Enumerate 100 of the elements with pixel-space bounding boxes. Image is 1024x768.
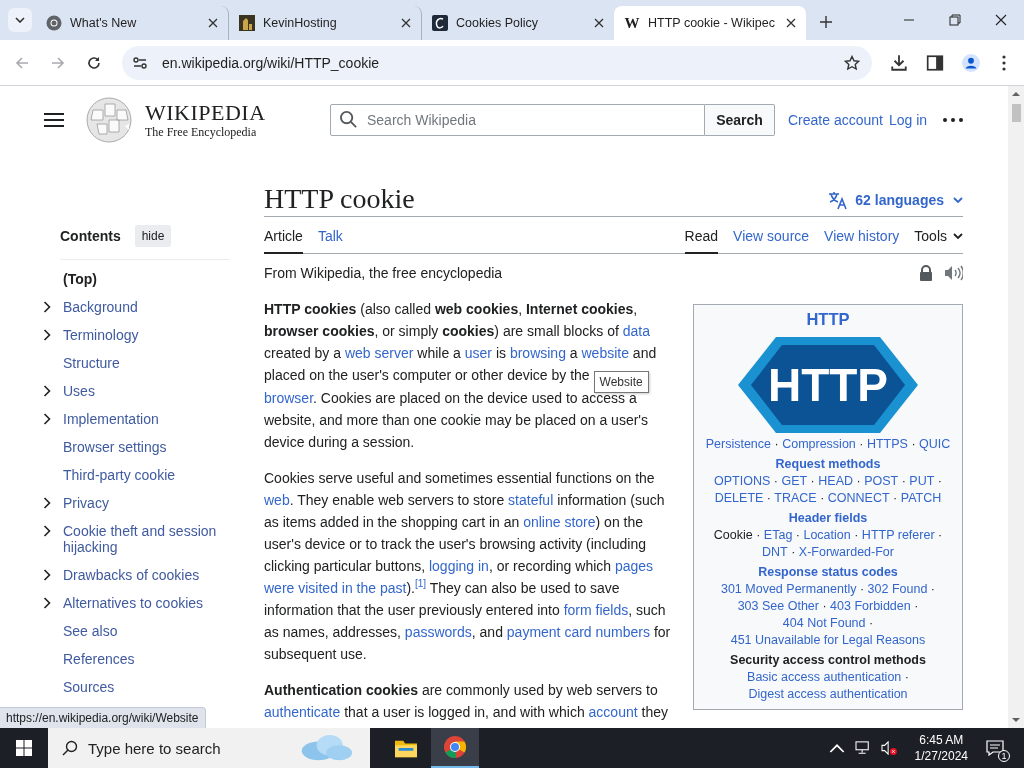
chevron-icon[interactable] <box>43 301 51 313</box>
link[interactable]: passwords <box>404 624 472 640</box>
contents-item[interactable]: Uses <box>63 383 95 399</box>
scroll-thumb[interactable] <box>1011 104 1021 122</box>
contents-item[interactable]: Drawbacks of cookies <box>63 567 200 583</box>
new-tab-icon[interactable] <box>820 16 832 28</box>
infobox-current-item[interactable]: Cookie <box>713 528 753 542</box>
side-panel-icon[interactable] <box>926 53 944 72</box>
infobox-heading[interactable]: Header fields <box>698 510 958 527</box>
page-tab[interactable]: Read <box>684 228 719 254</box>
tab-search-button[interactable] <box>8 8 32 32</box>
link[interactable]: stateful <box>508 492 554 508</box>
browser-tab[interactable]: W HTTP cookie - Wikipec <box>614 6 806 40</box>
infobox-heading[interactable]: Response status codes <box>698 564 958 581</box>
infobox-link[interactable]: PATCH <box>900 491 942 505</box>
infobox-link[interactable]: DELETE <box>714 491 764 505</box>
link[interactable]: web server <box>344 345 414 361</box>
header-link[interactable]: Log in <box>888 112 928 128</box>
infobox-heading[interactable]: Request methods <box>698 456 958 473</box>
menu-icon[interactable] <box>44 112 64 128</box>
wordmark[interactable]: WIKIPEDIA <box>145 101 270 125</box>
infobox-link[interactable]: OPTIONS <box>714 474 771 488</box>
infobox-title[interactable]: HTTP <box>698 308 958 330</box>
languages-button[interactable]: 62 languages <box>828 190 963 216</box>
infobox-link[interactable]: CONNECT <box>827 491 890 505</box>
close-icon[interactable] <box>594 18 604 28</box>
link[interactable]: authenticate <box>264 704 341 720</box>
contents-item[interactable]: Browser settings <box>63 439 167 455</box>
close-icon[interactable] <box>401 18 411 28</box>
reload-icon[interactable] <box>86 54 102 71</box>
contents-item[interactable]: Structure <box>63 355 120 371</box>
close-icon[interactable] <box>208 18 218 28</box>
scroll-up-icon[interactable] <box>1012 91 1020 97</box>
link[interactable]: website <box>581 345 629 361</box>
infobox-link[interactable]: DNT <box>762 545 788 559</box>
infobox-link[interactable]: TRACE <box>774 491 817 505</box>
browser-tab[interactable]: Cookies Policy <box>422 6 614 40</box>
chevron-icon[interactable] <box>43 413 51 425</box>
contents-item[interactable]: References <box>63 651 135 667</box>
search-field[interactable]: Search Wikipedia <box>330 104 705 136</box>
link[interactable]: browsing <box>509 345 566 361</box>
site-info-icon[interactable] <box>132 54 148 71</box>
link[interactable]: payment card numbers <box>506 624 650 640</box>
chevron-icon[interactable] <box>43 329 51 341</box>
link[interactable]: pages <box>614 558 654 574</box>
network-icon[interactable] <box>854 741 871 755</box>
link[interactable]: browser <box>264 390 314 406</box>
chevron-icon[interactable] <box>43 597 51 609</box>
contents-item[interactable]: Alternatives to cookies <box>63 595 204 611</box>
taskbar-search-field[interactable]: Type here to search <box>48 728 370 768</box>
clock-time[interactable]: 6:45 AM <box>919 732 964 748</box>
infobox-link[interactable]: 302 Found <box>867 582 928 596</box>
link[interactable]: data <box>622 323 650 339</box>
infobox-link[interactable]: 451 Unavailable for Legal Reasons <box>730 633 926 647</box>
link[interactable]: online store <box>523 514 596 530</box>
infobox-link[interactable]: QUIC <box>919 437 951 451</box>
more-icon[interactable] <box>943 118 964 122</box>
chevron-icon[interactable] <box>43 385 51 397</box>
infobox-link[interactable]: 301 Moved Permanently <box>720 582 857 596</box>
scroll-down-icon[interactable] <box>1012 717 1020 723</box>
contents-item[interactable]: Cookie theft and session hijacking <box>63 523 230 555</box>
chevron-icon[interactable] <box>43 525 51 537</box>
infobox-link[interactable]: X-Forwarded-For <box>798 545 894 559</box>
search-button[interactable]: Search <box>705 104 775 136</box>
infobox-link[interactable]: ETag <box>763 528 793 542</box>
link[interactable]: were visited in the past <box>264 580 407 596</box>
contents-item[interactable]: Implementation <box>63 411 159 427</box>
infobox-link[interactable]: Persistence <box>705 437 772 451</box>
link[interactable]: user <box>464 345 492 361</box>
menu-icon[interactable] <box>1002 54 1006 71</box>
page-tab[interactable]: View history <box>824 228 900 254</box>
contents-item[interactable]: Terminology <box>63 327 139 343</box>
contents-item[interactable]: Privacy <box>63 495 109 511</box>
page-tab[interactable]: Talk <box>317 228 343 254</box>
infobox-link[interactable]: HTTP referer <box>861 528 935 542</box>
infobox-link[interactable]: Compression <box>782 437 856 451</box>
infobox-link[interactable]: HTTPS <box>866 437 908 451</box>
link[interactable]: account <box>588 704 638 720</box>
tools-menu[interactable]: Tools <box>914 228 963 253</box>
download-icon[interactable] <box>890 53 908 72</box>
scrollbar[interactable] <box>1008 86 1024 728</box>
link[interactable]: web <box>264 492 290 508</box>
hide-button[interactable]: hide <box>134 225 172 247</box>
contents-item[interactable]: Third-party cookie <box>63 467 176 483</box>
infobox-link[interactable]: GET <box>781 474 808 488</box>
address-bar[interactable]: en.wikipedia.org/wiki/HTTP_cookie <box>122 45 872 80</box>
taskbar-app-button[interactable] <box>431 728 479 768</box>
close-icon[interactable] <box>786 18 796 28</box>
chevron-icon[interactable] <box>43 569 51 581</box>
reference-link[interactable]: [1] <box>414 578 427 590</box>
chevron-icon[interactable] <box>43 497 51 509</box>
page-tab[interactable]: View source <box>733 228 810 254</box>
infobox-link[interactable]: 303 See Other <box>737 599 819 613</box>
infobox-link[interactable]: Digest access authentication <box>748 687 908 701</box>
audio-icon[interactable] <box>943 265 963 281</box>
header-link[interactable]: Create account <box>788 112 883 128</box>
infobox-link[interactable]: HEAD <box>818 474 853 488</box>
contents-item[interactable]: Sources <box>63 679 115 695</box>
profile-icon[interactable] <box>962 53 980 72</box>
infobox-link[interactable]: 403 Forbidden <box>830 599 911 613</box>
